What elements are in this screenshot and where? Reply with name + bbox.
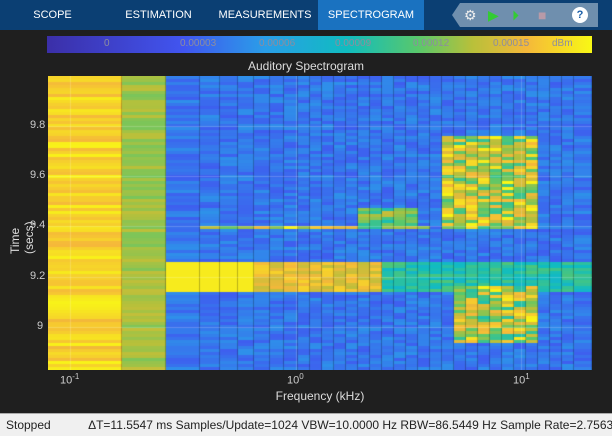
- plot-title: Auditory Spectrogram: [247, 59, 365, 73]
- tab-scope[interactable]: SCOPE: [0, 0, 105, 30]
- status-state: Stopped: [6, 418, 51, 432]
- y-tick: 9: [37, 320, 44, 332]
- run-icon[interactable]: ▶: [488, 6, 499, 24]
- colorbar-unit: dBm: [552, 38, 573, 49]
- tab-estimation[interactable]: ESTIMATION: [105, 0, 212, 30]
- help-icon[interactable]: ?: [572, 7, 588, 23]
- toolbar: ⚙ ▶ ⏵ ■ ?: [452, 3, 598, 27]
- x-axis-label: Frequency (kHz): [275, 389, 365, 403]
- y-axis-label: Time (secs): [8, 221, 36, 254]
- colorbar-tick: 0: [104, 38, 110, 49]
- settings-icon[interactable]: ⚙: [464, 6, 477, 24]
- colorbar-tick: 0.00003: [180, 38, 217, 49]
- x-tick: 10-1: [60, 372, 80, 387]
- status-bar: Stopped ΔT=11.5547 ms Samples/Update=102…: [0, 413, 612, 436]
- colorbar-tick: 0.00009: [335, 38, 372, 49]
- x-tick: 101: [513, 372, 530, 387]
- y-tick: 9.6: [30, 169, 46, 181]
- y-tick: 9.2: [30, 270, 46, 282]
- status-info: ΔT=11.5547 ms Samples/Update=1024 VBW=10…: [88, 418, 612, 432]
- colorbar-tick: 0.00015: [493, 38, 530, 49]
- tab-spectrogram[interactable]: SPECTROGRAM: [318, 0, 424, 30]
- spectrogram-image: [48, 76, 592, 370]
- y-tick: 9.8: [30, 119, 46, 131]
- colorbar-tick: 0.00012: [413, 38, 450, 49]
- stop-icon[interactable]: ■: [538, 6, 546, 24]
- colorbar-tick: 0.00006: [259, 38, 296, 49]
- tab-measurements[interactable]: MEASUREMENTS: [212, 0, 318, 30]
- colorbar: 0 0.00003 0.00006 0.00009 0.00012 0.0001…: [47, 36, 592, 53]
- step-forward-icon[interactable]: ⏵: [512, 6, 519, 24]
- x-tick: 100: [287, 372, 304, 387]
- tab-bar: SCOPE ESTIMATION MEASUREMENTS SPECTROGRA…: [0, 0, 612, 30]
